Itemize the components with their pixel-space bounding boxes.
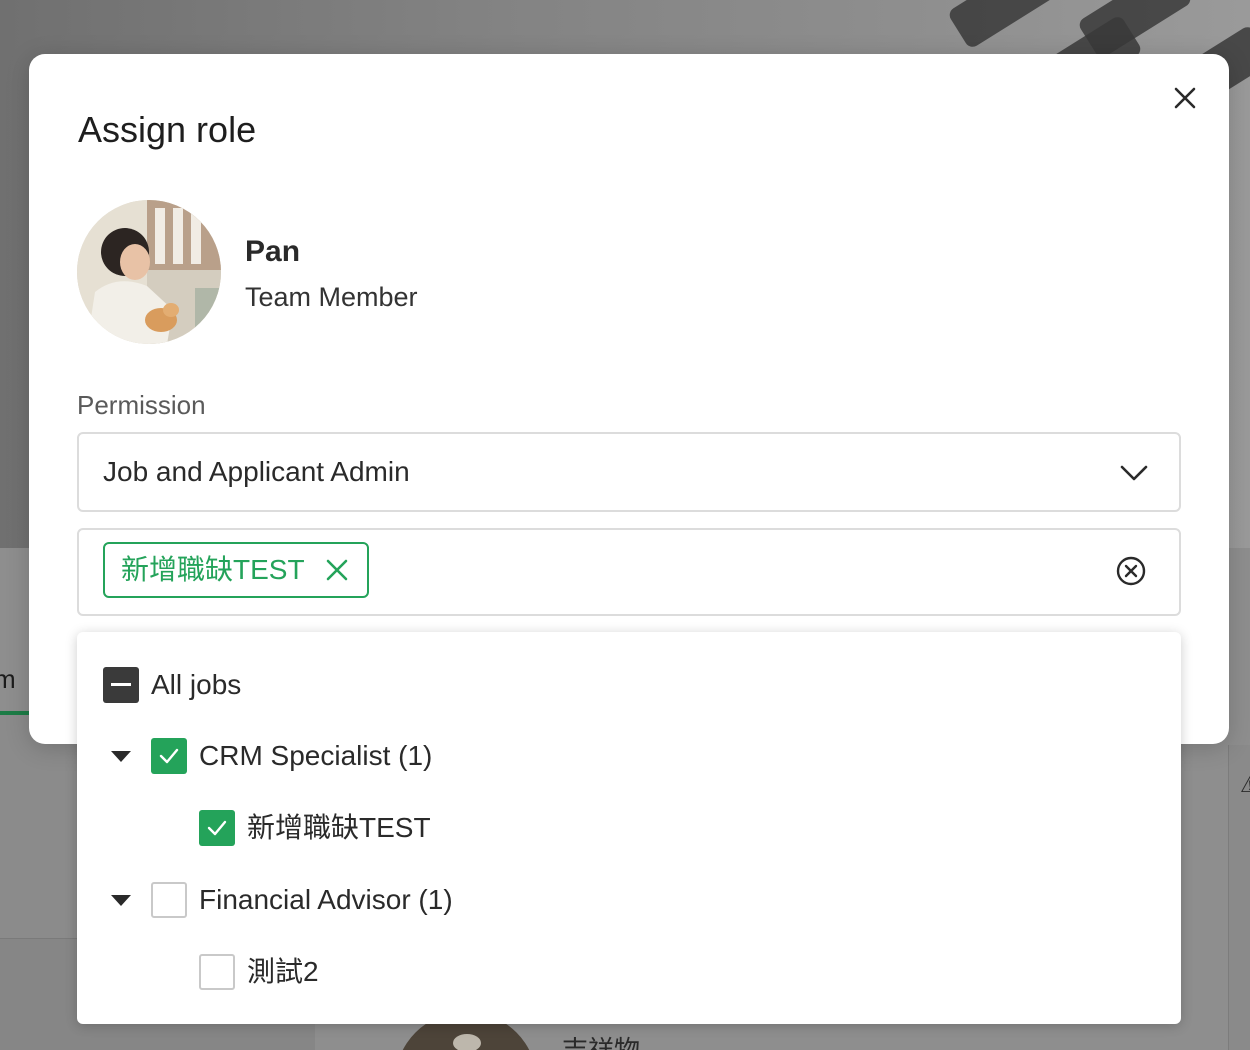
job-scope-tag-input[interactable]: 新增職缺TEST — [77, 528, 1181, 616]
job-test-label: 新增職缺TEST — [247, 812, 431, 843]
user-role: Team Member — [245, 282, 418, 312]
background-tab-indicator — [0, 711, 30, 715]
selected-job-chip: 新增職缺TEST — [103, 542, 369, 598]
job-test-checkbox[interactable] — [199, 810, 235, 846]
permission-label: Permission — [77, 390, 206, 420]
all-jobs-checkbox[interactable] — [103, 667, 139, 703]
app-screen: m ⚠ 吉祥物 Assign role Pan Team Member Perm… — [0, 0, 1250, 1050]
check-icon — [159, 748, 179, 764]
all-jobs-label: All jobs — [151, 669, 242, 700]
user-name: Pan — [245, 235, 301, 268]
dialog-title: Assign role — [78, 109, 257, 150]
financial-advisor-label: Financial Advisor (1) — [199, 884, 453, 915]
financial-advisor-checkbox[interactable] — [151, 882, 187, 918]
check-icon — [207, 820, 227, 836]
close-button[interactable] — [1167, 80, 1203, 116]
test-2-checkbox[interactable] — [199, 954, 235, 990]
tree-row-all-jobs[interactable]: All jobs — [103, 665, 241, 705]
background-item-title: 吉祥物 — [562, 1035, 641, 1050]
job-tree-dropdown: All jobs CRM Specialist (1) 新增職缺TEST Fin… — [77, 632, 1181, 1024]
tree-row-test-2[interactable]: 測試2 — [199, 952, 319, 992]
tree-row-crm-specialist[interactable]: CRM Specialist (1) — [151, 736, 432, 776]
chevron-down-icon — [1120, 465, 1148, 481]
minus-icon — [111, 683, 131, 686]
avatar — [77, 200, 221, 344]
background-tab-label: m — [0, 664, 16, 694]
caret-down-icon[interactable] — [111, 751, 131, 763]
chip-label: 新增職缺TEST — [121, 554, 305, 585]
caret-down-icon[interactable] — [111, 895, 131, 907]
permission-select-value: Job and Applicant Admin — [103, 456, 410, 487]
permission-select[interactable]: Job and Applicant Admin — [77, 432, 1181, 512]
chip-remove-button[interactable] — [325, 558, 349, 582]
tree-row-financial-advisor[interactable]: Financial Advisor (1) — [151, 880, 453, 920]
crm-specialist-label: CRM Specialist (1) — [199, 740, 433, 771]
clear-selection-button[interactable] — [1115, 555, 1147, 587]
background-warning-icon: ⚠ — [1240, 772, 1250, 797]
crm-specialist-checkbox[interactable] — [151, 738, 187, 774]
close-icon — [1174, 87, 1196, 109]
tree-row-job-test[interactable]: 新增職缺TEST — [199, 808, 431, 848]
test-2-label: 測試2 — [247, 956, 319, 987]
